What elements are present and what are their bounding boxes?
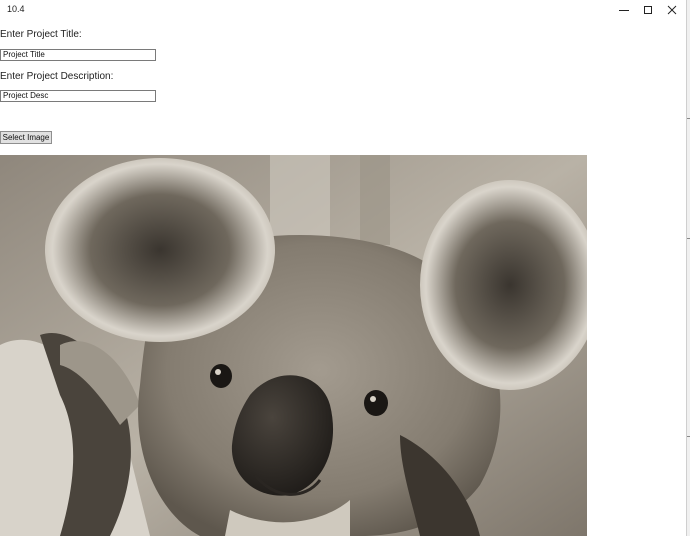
koala-image (0, 155, 587, 536)
koala-photo (0, 155, 587, 536)
title-bar[interactable]: 10.4 (0, 0, 686, 22)
close-button[interactable] (658, 0, 686, 20)
window-right-border (686, 0, 690, 536)
project-description-input[interactable] (0, 90, 156, 102)
close-icon (667, 5, 677, 15)
minimize-icon (619, 10, 629, 11)
project-description-label: Enter Project Description: (0, 71, 114, 82)
app-window: 10.4 Enter Project Title: Enter Project … (0, 0, 690, 536)
window-title: 10.4 (7, 4, 25, 14)
maximize-icon (644, 6, 652, 14)
select-image-button[interactable]: Select Image (0, 131, 52, 144)
project-title-label: Enter Project Title: (0, 29, 82, 40)
project-title-input[interactable] (0, 49, 156, 61)
